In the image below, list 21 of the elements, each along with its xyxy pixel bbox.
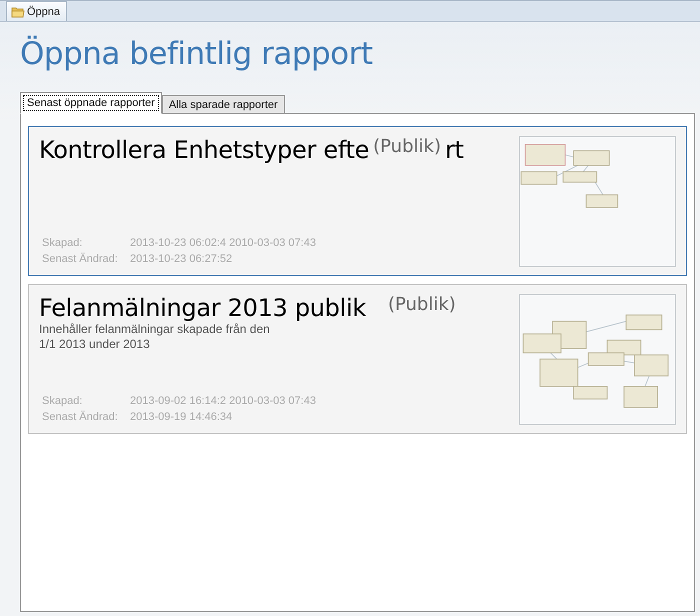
folder-icon — [11, 6, 25, 18]
created-label: Skapad: — [42, 236, 84, 251]
modified-label: Senast Ändrad: — [42, 252, 119, 267]
created-value: 2013-09-02 16:14:2 2010-03-03 07:43 — [130, 394, 317, 409]
page-heading: Öppna befintlig rapport — [20, 36, 374, 72]
modified-value: 2013-10-23 06:27:52 — [130, 252, 234, 267]
report-title: Kontrollera Enhetstyper efte — [39, 136, 370, 164]
created-label: Skapad: — [42, 394, 84, 409]
report-tab[interactable]: Senast öppnade rapporter — [20, 92, 162, 114]
visibility-label: (Publik) — [388, 294, 456, 315]
report-description: Innehåller felanmälningar skapade från den — [39, 322, 271, 337]
report-description: 1/1 2013 under 2013 — [39, 337, 151, 352]
report-title-tail: rt — [444, 136, 464, 164]
report-card[interactable]: Felanmälningar 2013 publik (Publik) Innehåller felanmälningar skapade från den 1/1 2013 under 2013 Skapad: 2013-09-02 16:14:2 2010-03-03 07:43 Senast Ändrad: 2013-09-19 14:46:34 — [28, 284, 687, 434]
modified-label: Senast Ändrad: — [42, 410, 119, 425]
report-tab[interactable]: Alla sparade rapporter — [162, 95, 285, 114]
created-value: 2013-10-23 06:02:4 2010-03-03 07:43 — [130, 236, 317, 251]
visibility-label: (Publik) — [373, 136, 441, 157]
open-tab[interactable]: Öppna — [6, 1, 68, 21]
report-title: Felanmälningar 2013 publik — [39, 294, 366, 322]
modified-value: 2013-09-19 14:46:34 — [130, 410, 234, 425]
